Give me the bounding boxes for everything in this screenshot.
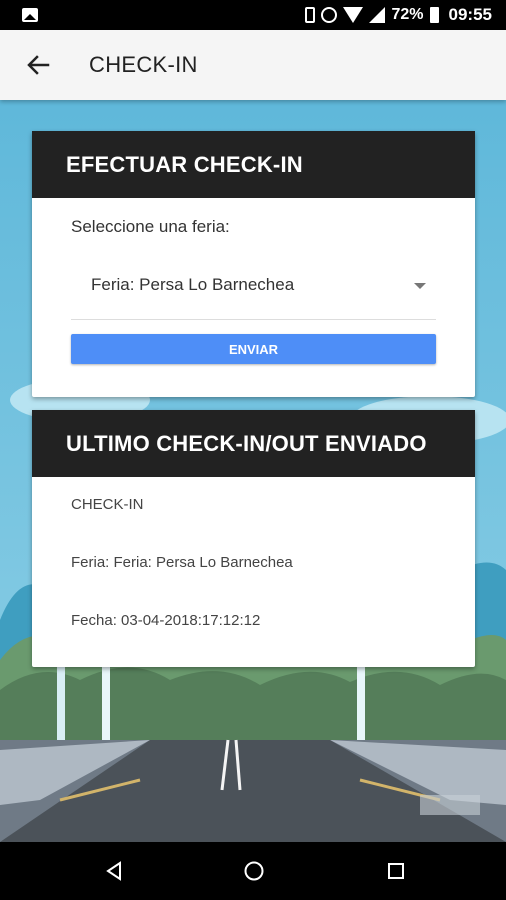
page-title: CHECK-IN: [89, 52, 198, 77]
dropdown-arrow-icon: [414, 283, 426, 289]
nav-home-button[interactable]: [243, 860, 265, 887]
status-time: 09:55: [448, 5, 492, 24]
last-checkin-card-header: ULTIMO CHECK-IN/OUT ENVIADO: [32, 410, 475, 477]
arrow-back-icon: [27, 55, 50, 75]
nav-recents-icon: [388, 863, 404, 879]
last-checkin-fair: Feria: Feria: Persa Lo Barnechea: [71, 554, 293, 571]
status-bar: 72% 09:55: [0, 0, 506, 30]
send-button[interactable]: ENVIAR: [71, 334, 436, 364]
vibrate-icon: [305, 7, 316, 23]
checkin-card: EFECTUAR CHECK-IN Seleccione una feria: …: [32, 131, 475, 397]
nav-back-icon: [106, 861, 121, 881]
wifi-icon: [343, 7, 364, 23]
last-checkin-type: CHECK-IN: [71, 496, 144, 513]
app-bar: CHECK-IN: [0, 30, 506, 100]
nav-recents-button[interactable]: [385, 860, 407, 887]
status-icons: 72% 09:55: [305, 5, 492, 25]
last-checkin-date: Fecha: 03-04-2018:17:12:12: [71, 612, 261, 629]
battery-icon: [429, 7, 439, 23]
system-nav-bar: [0, 842, 506, 900]
checkin-card-header: EFECTUAR CHECK-IN: [32, 131, 475, 198]
fair-select-label: Seleccione una feria:: [71, 217, 230, 236]
alarm-icon: [321, 7, 338, 23]
nav-home-icon: [244, 861, 264, 881]
back-button[interactable]: [20, 47, 56, 83]
battery-percent: 72%: [391, 6, 424, 23]
signal-icon: [369, 7, 386, 23]
nav-back-button[interactable]: [103, 860, 125, 887]
fair-select[interactable]: Feria: Persa Lo Barnechea: [71, 259, 436, 320]
last-checkin-card: ULTIMO CHECK-IN/OUT ENVIADO CHECK-IN Fer…: [32, 410, 475, 667]
image-icon: [22, 8, 38, 22]
fair-select-value: Feria: Persa Lo Barnechea: [91, 275, 295, 294]
